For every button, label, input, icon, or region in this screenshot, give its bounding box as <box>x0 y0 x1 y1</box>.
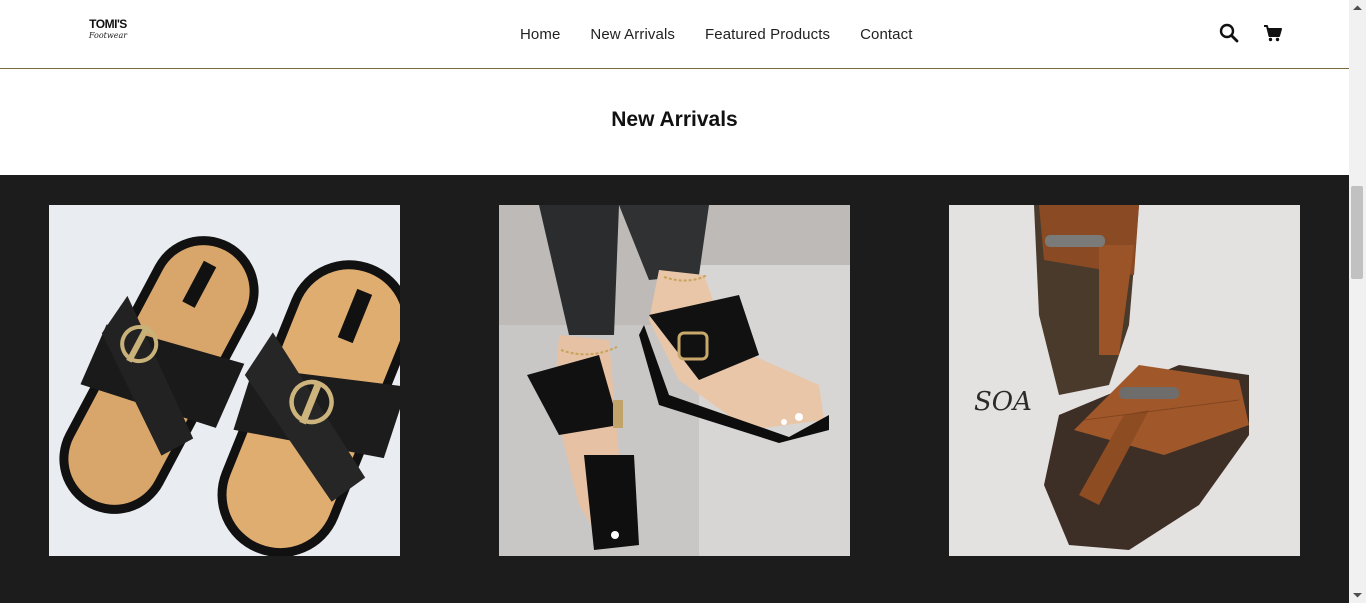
nav-new-arrivals[interactable]: New Arrivals <box>590 26 675 43</box>
product-card-2[interactable] <box>499 205 850 556</box>
site-header: TOMI'S Footwear Home New Arrivals Featur… <box>0 0 1349 69</box>
cart-button[interactable] <box>1262 22 1284 44</box>
nav-featured-products[interactable]: Featured Products <box>705 26 830 43</box>
product-watermark: SOA <box>974 387 1032 417</box>
product-image-leather-sandals: SOA <box>949 205 1300 556</box>
product-image-toe-post <box>499 205 850 556</box>
cart-icon <box>1264 25 1282 42</box>
brand-name: TOMI'S <box>89 17 127 31</box>
product-image-slides <box>49 205 400 556</box>
search-icon <box>1219 23 1239 43</box>
scrollbar-thumb[interactable] <box>1351 186 1363 279</box>
scroll-up-arrow-icon[interactable] <box>1353 4 1362 13</box>
search-button[interactable] <box>1218 22 1240 44</box>
scroll-down-arrow-icon[interactable] <box>1353 590 1362 599</box>
main-nav: Home New Arrivals Featured Products Cont… <box>505 0 928 68</box>
page: TOMI'S Footwear Home New Arrivals Featur… <box>0 0 1349 603</box>
section-title: New Arrivals <box>611 108 738 131</box>
product-card-1[interactable] <box>49 205 400 556</box>
nav-home[interactable]: Home <box>520 26 560 43</box>
brand-logo[interactable]: TOMI'S Footwear <box>78 18 138 46</box>
brand-tagline: Footwear <box>88 31 128 40</box>
product-card-3[interactable]: SOA <box>949 205 1300 556</box>
nav-contact[interactable]: Contact <box>860 26 912 43</box>
vertical-scrollbar[interactable] <box>1349 0 1366 603</box>
